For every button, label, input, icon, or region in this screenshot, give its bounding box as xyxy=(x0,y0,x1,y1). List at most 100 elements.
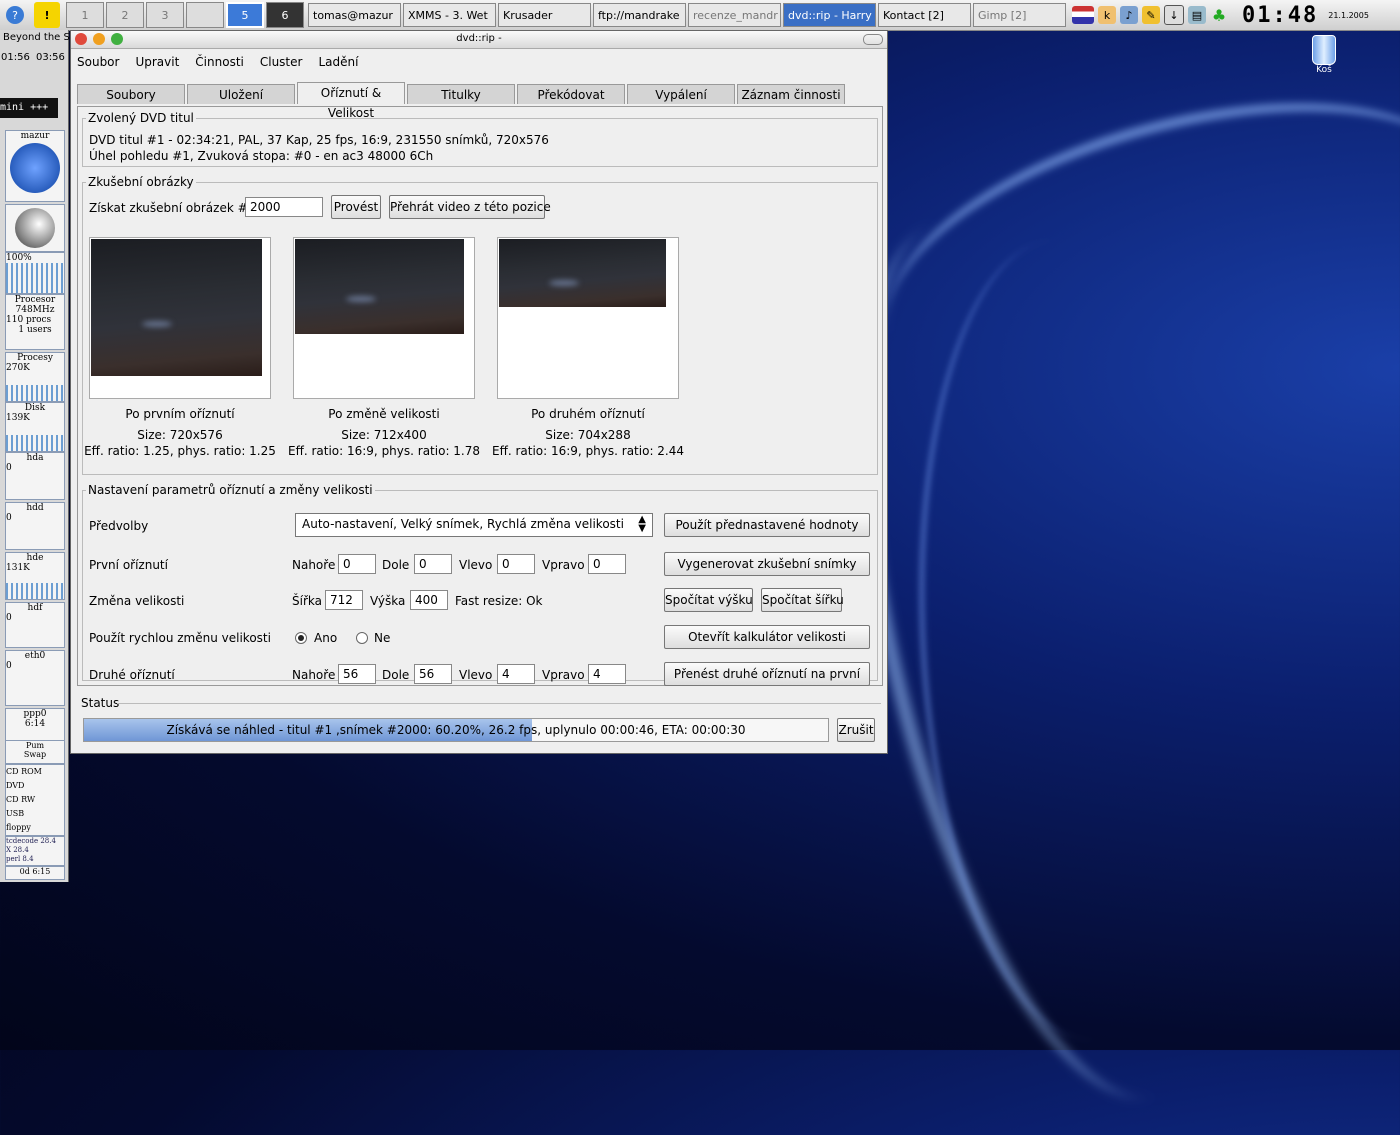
hde-monitor: hde 131K xyxy=(5,552,65,600)
mount-dvd[interactable]: DVD xyxy=(6,779,64,793)
frame-number-input[interactable] xyxy=(245,197,323,217)
ppp0-time: 6:14 xyxy=(24,719,46,729)
transfer-second-crop-button[interactable]: Přenést druhé oříznutí na první xyxy=(664,662,870,686)
menu-cinnosti[interactable]: Činnosti xyxy=(195,55,244,69)
tab-ulozeni[interactable]: Uložení xyxy=(187,84,295,104)
tab-oriznuti[interactable]: Oříznutí & Velikost xyxy=(297,82,405,120)
mount-usb[interactable]: USB xyxy=(6,807,64,821)
task-xmms[interactable]: XMMS - 3. Wet xyxy=(403,3,496,27)
fast-resize-no-radio[interactable] xyxy=(356,632,368,644)
tab-bar: Soubory Uložení Oříznutí & Velikost Titu… xyxy=(77,82,847,120)
cpu-usage: 100% xyxy=(6,253,32,263)
swap-label: Swap xyxy=(23,750,47,759)
clock[interactable]: 01:48 xyxy=(1242,3,1318,28)
calc-width-button[interactable]: Spočítat šířku xyxy=(761,588,844,612)
second-right-input[interactable] xyxy=(588,664,626,684)
download-icon[interactable]: ↓ xyxy=(1164,5,1184,25)
task-kontact[interactable]: Kontact [2] xyxy=(878,3,971,27)
tab-zaznam[interactable]: Záznam činnosti xyxy=(737,84,845,104)
menu-upravit[interactable]: Upravit xyxy=(135,55,179,69)
disk-monitor: Disk 139K xyxy=(5,402,65,452)
test-images-legend: Zkušební obrázky xyxy=(88,175,194,189)
menu-soubor[interactable]: Soubor xyxy=(77,55,119,69)
tab-soubory[interactable]: Soubory xyxy=(77,84,185,104)
first-left-input[interactable] xyxy=(497,554,535,574)
first-bottom-input[interactable] xyxy=(414,554,452,574)
desktop-4[interactable] xyxy=(186,2,224,28)
ppp0-label: ppp0 xyxy=(23,709,47,719)
open-size-calculator-button[interactable]: Otevřít kalkulátor velikosti xyxy=(664,625,870,649)
hda-value: 0 xyxy=(6,463,12,473)
title-info-line1: DVD titul #1 - 02:34:21, PAL, 37 Kap, 25… xyxy=(89,133,549,147)
window-titlebar[interactable]: dvd::rip - xyxy=(71,31,887,49)
first-top-input[interactable] xyxy=(338,554,376,574)
fast-resize-yes-label[interactable]: Ano xyxy=(314,631,337,645)
clover-icon[interactable]: ♣ xyxy=(1210,6,1228,25)
run-button[interactable]: Provést xyxy=(331,195,381,219)
generate-test-frames-button[interactable]: Vygenerovat zkušební snímky xyxy=(664,552,870,576)
hdf-label: hdf xyxy=(27,603,43,613)
desktop-6[interactable]: 6 xyxy=(266,2,304,28)
task-krusader[interactable]: Krusader xyxy=(498,3,591,27)
eth0-monitor: eth0 0 xyxy=(5,650,65,706)
crop-params-legend: Nastavení parametrů oříznutí a změny vel… xyxy=(88,483,373,497)
desktop-1[interactable]: 1 xyxy=(66,2,104,28)
second-top-label: Nahoře xyxy=(292,668,336,682)
selected-title-legend: Zvolený DVD titul xyxy=(88,111,194,125)
hdd-label: hdd xyxy=(26,503,44,513)
mount-cdrw[interactable]: CD RW xyxy=(6,793,64,807)
play-from-position-button[interactable]: Přehrát video z této pozice xyxy=(389,195,551,219)
task-ftp[interactable]: ftp://mandrake xyxy=(593,3,686,27)
menu-cluster[interactable]: Cluster xyxy=(260,55,303,69)
height-input[interactable] xyxy=(410,590,448,610)
calc-height-button[interactable]: Spočítat výšku xyxy=(664,588,753,612)
monitor-icon[interactable]: ▤ xyxy=(1188,6,1206,24)
desktop-3[interactable]: 3 xyxy=(146,2,184,28)
desktop-2[interactable]: 2 xyxy=(106,2,144,28)
volume-icon[interactable]: ♪ xyxy=(1120,6,1138,24)
disk-label: Disk xyxy=(24,403,46,413)
first-right-input[interactable] xyxy=(588,554,626,574)
kopete-icon[interactable]: k xyxy=(1098,6,1116,24)
second-bottom-input[interactable] xyxy=(414,664,452,684)
fast-resize-yes-radio[interactable] xyxy=(295,632,307,644)
tab-vypaleni[interactable]: Vypálení xyxy=(627,84,735,104)
mount-cdrom[interactable]: CD ROM xyxy=(6,765,64,779)
trash-desktop-icon[interactable]: Koš xyxy=(1308,35,1340,75)
task-gimp[interactable]: Gimp [2] xyxy=(973,3,1066,27)
sun-image-icon xyxy=(10,143,60,193)
shade-icon[interactable] xyxy=(863,34,883,45)
desktop-5[interactable]: 5 xyxy=(226,2,264,28)
tab-prekodovat[interactable]: Překódovat xyxy=(517,84,625,104)
preview-size-1: Size: 720x576 xyxy=(137,428,223,442)
hdd-monitor: hdd 0 xyxy=(5,502,65,550)
cancel-button[interactable]: Zrušit xyxy=(837,718,875,742)
menu-ladeni[interactable]: Ladění xyxy=(318,55,358,69)
keyboard-layout-flag-icon[interactable] xyxy=(1072,6,1094,24)
hdd-value: 0 xyxy=(6,513,12,523)
hostname-monitor: mazur xyxy=(5,130,65,202)
fast-resize-no-label[interactable]: Ne xyxy=(374,631,390,645)
preview-ratio-2: Eff. ratio: 16:9, phys. ratio: 1.78 xyxy=(287,444,481,458)
processor-mhz: 748MHz xyxy=(15,305,55,315)
warning-icon[interactable]: ! xyxy=(34,2,60,28)
task-recenze[interactable]: recenze_mandr xyxy=(688,3,781,27)
kmenu-icon[interactable]: ? xyxy=(6,6,24,24)
second-left-input[interactable] xyxy=(497,664,535,684)
task-dvdrip[interactable]: dvd::rip - Harry xyxy=(783,3,876,27)
mini-cli[interactable]: mini +++ xyxy=(0,98,58,118)
task-terminal[interactable]: tomas@mazur xyxy=(308,3,401,27)
width-input[interactable] xyxy=(325,590,363,610)
procs-count: 110 procs xyxy=(6,315,52,325)
fast-resize-label: Použít rychlou změnu velikosti xyxy=(89,631,271,645)
preview-second-crop xyxy=(497,237,679,399)
tab-titulky[interactable]: Titulky xyxy=(407,84,515,104)
hostname: mazur xyxy=(20,131,50,141)
notes-icon[interactable]: ✎ xyxy=(1142,6,1160,24)
apply-presets-button[interactable]: Použít přednastavené hodnoty xyxy=(664,513,870,537)
second-top-input[interactable] xyxy=(338,664,376,684)
presets-select[interactable]: Auto-nastavení, Velký snímek, Rychlá změ… xyxy=(295,513,653,537)
uptime-monitor: 0d 6:15 xyxy=(5,866,65,880)
mount-floppy[interactable]: floppy xyxy=(6,821,64,835)
crop-resize-page: Zvolený DVD titul DVD titul #1 - 02:34:2… xyxy=(77,106,883,686)
